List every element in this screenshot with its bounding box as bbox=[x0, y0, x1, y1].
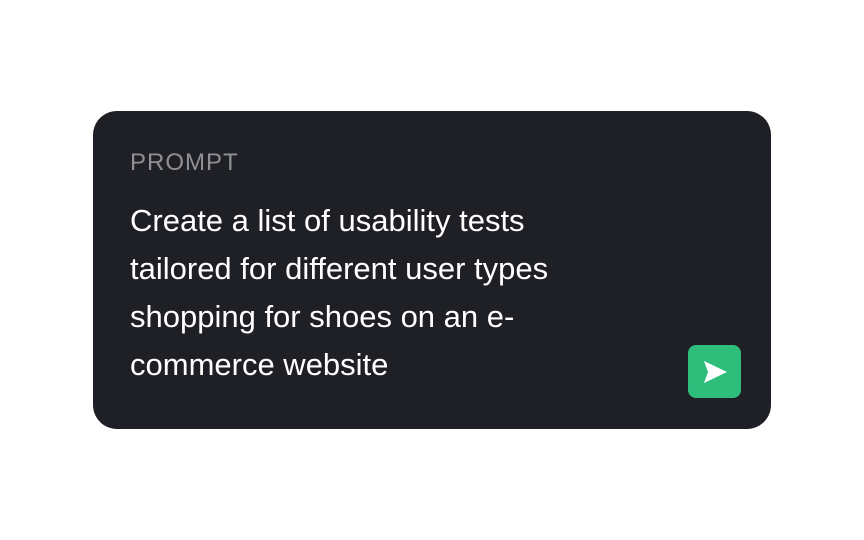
prompt-text[interactable]: Create a list of usability tests tailore… bbox=[130, 197, 630, 389]
prompt-label: PROMPT bbox=[130, 149, 239, 176]
send-button[interactable] bbox=[688, 345, 741, 398]
prompt-card: PROMPT Create a list of usability tests … bbox=[93, 111, 771, 429]
send-arrow-icon bbox=[703, 360, 727, 383]
